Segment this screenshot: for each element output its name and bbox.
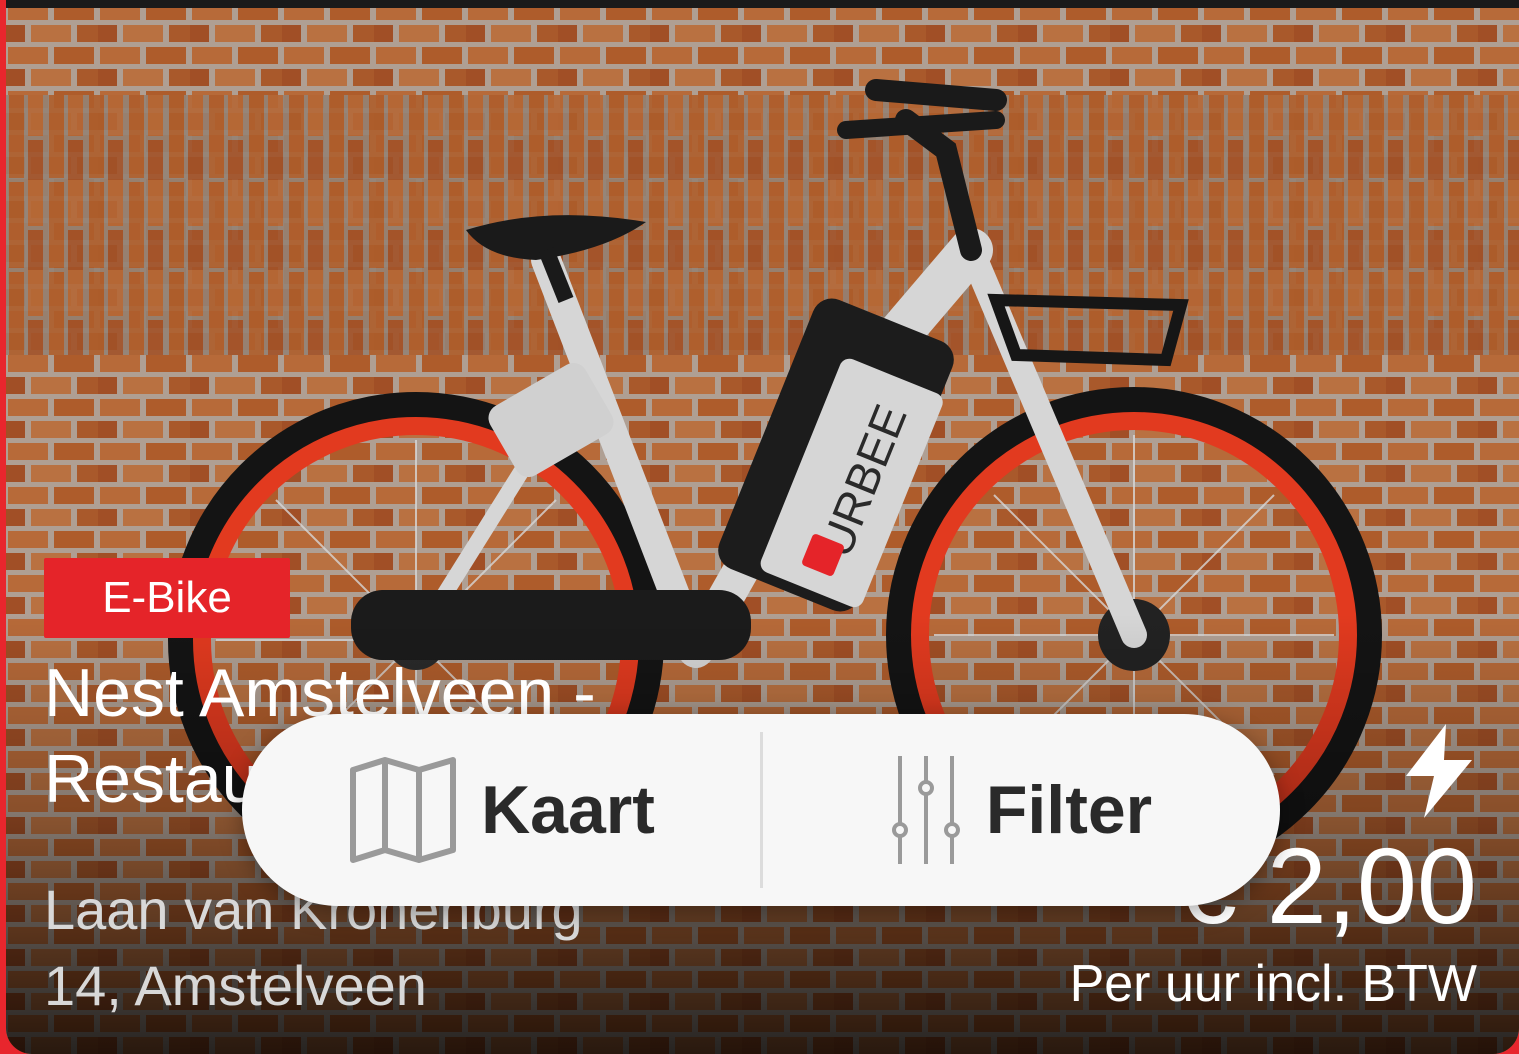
lightning-bolt-icon: [1406, 724, 1472, 818]
category-badge: E-Bike: [44, 558, 290, 638]
map-filter-toggle: Kaart Filter: [242, 714, 1280, 906]
map-icon: [350, 757, 457, 863]
top-edge: [6, 0, 1519, 8]
sliders-icon: [891, 756, 960, 864]
screen: URBEE E-Bike Nest Amstelveen - Restauran…: [0, 0, 1519, 1054]
address-line-2: 14, Amstelveen: [44, 954, 427, 1017]
price-note: Per uur incl. BTW: [1069, 955, 1477, 1013]
filter-button[interactable]: Filter: [762, 714, 1280, 906]
map-button[interactable]: Kaart: [242, 714, 762, 906]
map-button-label: Kaart: [481, 772, 655, 848]
filter-button-label: Filter: [985, 772, 1153, 848]
